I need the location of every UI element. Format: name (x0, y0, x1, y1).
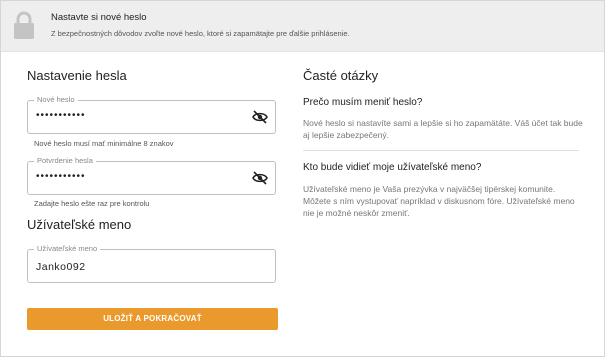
eye-slash-icon[interactable] (252, 171, 268, 185)
faq-title: Časté otázky (303, 68, 379, 83)
faq-divider (303, 150, 579, 151)
faq-answer: Nové heslo si nastavíte sami a lepšie si… (303, 118, 583, 140)
confirm-password-field[interactable]: Potvrdenie hesla ••••••••••• (27, 156, 276, 195)
banner-subtitle: Z bezpečnostných dôvodov zvoľte nové hes… (51, 29, 350, 38)
info-banner: Nastavte si nové heslo Z bezpečnostných … (1, 1, 604, 52)
new-password-hint: Nové heslo musí mať minimálne 8 znakov (34, 139, 174, 148)
confirm-password-hint: Zadajte heslo ešte raz pre kontrolu (34, 199, 150, 208)
username-label: Užívateľské meno (34, 244, 101, 254)
new-password-field[interactable]: Nové heslo ••••••••••• (27, 95, 276, 134)
faq-question: Kto bude vidieť moje užívateľské meno? (303, 162, 482, 173)
username-field[interactable]: Užívateľské meno Janko092 (27, 244, 276, 283)
username-section-title: Užívateľské meno (27, 217, 132, 232)
new-password-label: Nové heslo (34, 95, 78, 105)
lock-icon (12, 10, 36, 40)
save-continue-button[interactable]: ULOŽIŤ A POKRAČOVAŤ (27, 308, 278, 330)
confirm-password-label: Potvrdenie hesla (34, 156, 96, 166)
page: Nastavte si nové heslo Z bezpečnostných … (0, 0, 605, 357)
confirm-password-value: ••••••••••• (36, 171, 86, 182)
faq-answer: Užívateľské meno je Vaša prezývka v najv… (303, 184, 575, 218)
faq-question: Prečo musím meniť heslo? (303, 97, 423, 108)
username-value: Janko092 (36, 261, 86, 273)
password-section-title: Nastavenie hesla (27, 68, 127, 83)
eye-slash-icon[interactable] (252, 110, 268, 124)
banner-title: Nastavte si nové heslo (51, 12, 147, 23)
new-password-value: ••••••••••• (36, 110, 86, 121)
